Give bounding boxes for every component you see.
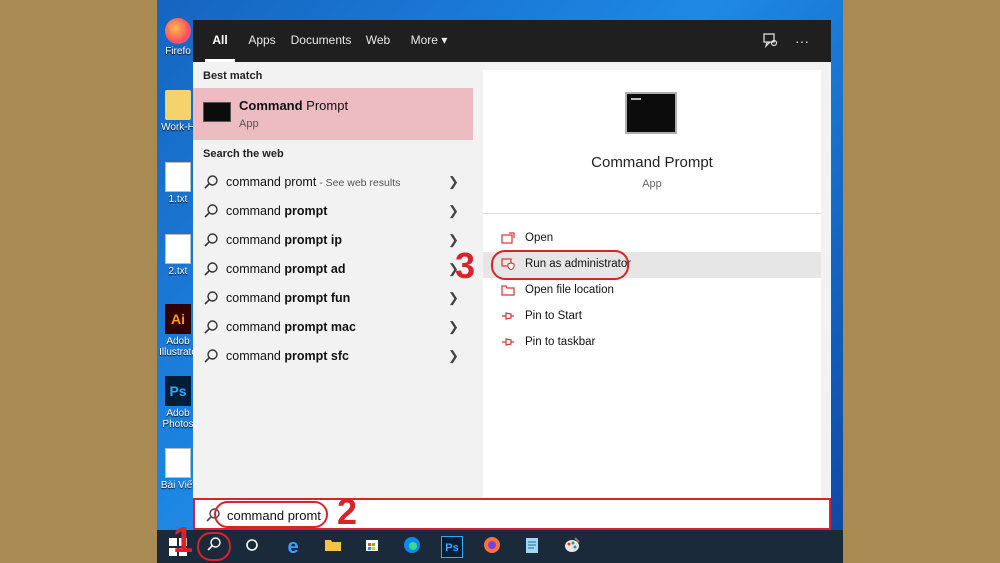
tab-apps[interactable]: Apps (245, 20, 279, 62)
more-options-icon[interactable]: ··· (793, 32, 811, 50)
chevron-right-icon: ❯ (448, 174, 459, 189)
annotation-step-3: 3 (455, 245, 476, 286)
store-icon[interactable] (361, 536, 383, 558)
annotation-step-2: 2 (337, 491, 358, 532)
preview-title: Command Prompt (591, 154, 713, 171)
best-match-title: Command Prompt (239, 98, 349, 113)
web-result-item[interactable]: command prompt fun ❯ (193, 284, 473, 313)
annotation-ring-search-button (197, 532, 231, 561)
action-pin-to-start[interactable]: Pin to Start (483, 304, 821, 330)
search-icon (203, 261, 219, 277)
open-icon (501, 232, 515, 244)
edge-icon[interactable] (401, 536, 423, 558)
tab-more[interactable]: More ▾ (405, 20, 453, 62)
tab-documents[interactable]: Documents (289, 20, 353, 62)
web-result-item[interactable]: command prompt mac ❯ (193, 313, 473, 342)
action-pin-to-taskbar[interactable]: Pin to taskbar (483, 330, 821, 356)
chevron-down-icon: ▾ (441, 33, 448, 47)
search-topbar: All Apps Documents Web More ▾ ··· (193, 20, 831, 62)
best-match-item[interactable]: Command Prompt App (193, 88, 473, 140)
web-result-text: command prompt (226, 204, 328, 218)
action-open[interactable]: Open (483, 226, 821, 252)
web-result-item[interactable]: command prompt ad ❯ (193, 255, 473, 284)
firefox-icon[interactable] (481, 536, 503, 558)
notepad-icon[interactable] (521, 536, 543, 558)
edge-legacy-icon[interactable]: e (282, 536, 304, 558)
search-icon (203, 174, 219, 190)
tab-all[interactable]: All (205, 20, 235, 62)
chevron-right-icon: ❯ (448, 290, 459, 305)
web-result-text: command prompt ad (226, 262, 346, 276)
folder-icon (165, 90, 191, 120)
action-open-file-location[interactable]: Open file location (483, 278, 821, 304)
taskbar: e Ps (157, 530, 843, 563)
web-result-text: command promt - See web results (226, 175, 401, 189)
preview-subtitle: App (642, 178, 662, 190)
chevron-right-icon: ❯ (448, 348, 459, 363)
web-result-item[interactable]: command prompt sfc ❯ (193, 342, 473, 371)
annotation-ring-run-as-admin (491, 250, 629, 280)
web-result-item[interactable]: command promt - See web results ❯ (193, 168, 473, 197)
results-column: Best match Command Prompt App Search the… (193, 62, 473, 498)
annotation-ring-search-input (214, 501, 328, 528)
pin-icon (501, 310, 515, 322)
chevron-right-icon: ❯ (448, 203, 459, 218)
search-web-header: Search the web (203, 148, 284, 160)
annotation-step-1: 1 (173, 519, 194, 560)
preview-pane: Command Prompt App Open Run as administr… (483, 70, 821, 498)
paint-icon[interactable] (561, 536, 583, 558)
search-icon (203, 348, 219, 364)
search-icon (203, 203, 219, 219)
web-result-item[interactable]: command prompt ip ❯ (193, 226, 473, 255)
divider (483, 213, 821, 214)
folder-icon (501, 284, 515, 296)
search-icon (203, 290, 219, 306)
web-result-text: command prompt fun (226, 291, 351, 305)
pin-icon (501, 336, 515, 348)
firefox-icon (165, 18, 191, 44)
text-file-icon (165, 234, 191, 264)
best-match-subtitle: App (239, 118, 259, 130)
illustrator-icon: Ai (165, 304, 191, 334)
web-result-item[interactable]: command prompt ❯ (193, 197, 473, 226)
command-prompt-icon (203, 102, 231, 122)
best-match-header: Best match (203, 70, 263, 82)
text-file-icon (165, 162, 191, 192)
task-view-icon[interactable] (241, 536, 263, 558)
web-result-text: command prompt mac (226, 320, 356, 334)
command-prompt-icon (625, 92, 677, 134)
tab-web[interactable]: Web (363, 20, 393, 62)
file-explorer-icon[interactable] (322, 536, 344, 558)
photoshop-icon[interactable]: Ps (441, 536, 463, 558)
chevron-right-icon: ❯ (448, 319, 459, 334)
web-result-text: command prompt sfc (226, 349, 349, 363)
web-result-text: command prompt ip (226, 233, 342, 247)
text-file-icon (165, 448, 191, 478)
photoshop-icon: Ps (165, 376, 191, 406)
search-icon (203, 232, 219, 248)
tab-more-label: More (410, 33, 438, 47)
feedback-icon[interactable] (761, 32, 779, 50)
search-icon (203, 319, 219, 335)
